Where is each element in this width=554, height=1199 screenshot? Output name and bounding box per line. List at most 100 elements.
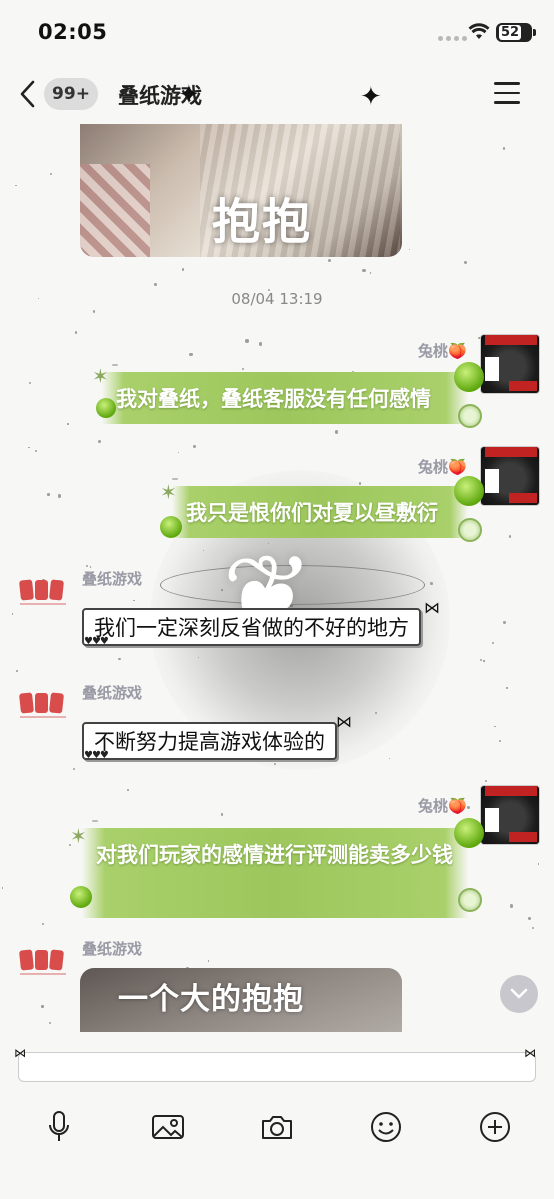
avatar-tag	[485, 808, 499, 832]
avatar[interactable]	[480, 446, 540, 506]
background-speckle	[189, 353, 193, 357]
avatar-band	[485, 335, 537, 345]
sender-name: 叠纸游戏	[82, 940, 143, 958]
avatar[interactable]	[480, 334, 540, 394]
background-speckle	[15, 184, 17, 187]
background-speckle	[133, 599, 136, 602]
sticker-tag	[172, 478, 178, 480]
image-message-hug[interactable]: 抱抱	[80, 124, 402, 257]
image-detail	[80, 164, 150, 257]
emoji-icon	[371, 1112, 401, 1142]
background-speckle	[528, 916, 532, 920]
voice-button[interactable]	[40, 1107, 78, 1147]
background-speckle	[494, 725, 496, 728]
message-bubble[interactable]: 对我们玩家的感情进行评测能卖多少钱	[82, 828, 468, 918]
sender-name: 兔桃🍑	[418, 458, 467, 476]
background-speckle	[92, 310, 96, 313]
background-speckle	[16, 670, 18, 673]
status-time: 02:05	[38, 20, 108, 44]
background-speckle	[479, 658, 482, 661]
background-speckle	[335, 430, 339, 434]
background-speckle	[11, 613, 13, 615]
unread-badge[interactable]: 99+	[44, 78, 98, 110]
background-speckle	[1, 887, 4, 889]
camera-button[interactable]	[258, 1107, 296, 1147]
background-speckle	[258, 342, 263, 346]
scroll-down-button[interactable]	[500, 975, 538, 1013]
avatar[interactable]	[18, 579, 66, 608]
background-speckle	[41, 1005, 44, 1008]
background-speckle	[483, 660, 485, 662]
background-speckle	[193, 445, 197, 448]
background-speckle	[28, 381, 31, 384]
background-speckle	[531, 927, 535, 930]
message-bubble[interactable]: 我只是恨你们对夏以昼敷衍	[172, 486, 468, 538]
sender-name: 叠纸游戏	[82, 570, 143, 588]
background-speckle	[28, 446, 30, 449]
message-bubble[interactable]: 我对叠纸，叠纸客服没有任何感情	[102, 372, 468, 424]
input-area: ⋈ ⋈	[0, 1032, 554, 1199]
chevron-down-icon	[510, 988, 528, 999]
avatar[interactable]	[18, 692, 66, 721]
hearts-icon: ♥♥♥	[84, 636, 109, 647]
background-speckle	[408, 248, 411, 251]
back-icon[interactable]	[18, 80, 38, 108]
background-speckle	[241, 367, 244, 370]
avatar-band	[485, 786, 537, 796]
background-speckle	[118, 657, 121, 661]
bow-icon: ⋈	[14, 1046, 26, 1060]
background-speckle	[369, 272, 372, 274]
avatar-tag	[485, 469, 499, 493]
image-message-big-hug[interactable]: 一个大的抱抱	[80, 968, 402, 1032]
background-speckle	[57, 494, 61, 498]
avatar-band	[509, 493, 537, 503]
sparkle-icon: ✶	[70, 824, 87, 848]
background-speckle	[508, 534, 512, 538]
bow-icon: ⋈	[424, 598, 440, 617]
background-speckle	[498, 740, 501, 743]
image-icon	[152, 1115, 184, 1139]
image-caption: 一个大的抱抱	[118, 982, 304, 1017]
plus-button[interactable]	[476, 1107, 514, 1147]
wheel-icon	[458, 888, 482, 912]
background-speckle	[491, 641, 494, 644]
background-speckle	[49, 172, 52, 175]
background-speckle	[463, 261, 467, 265]
sticker-tag	[92, 820, 98, 822]
background-speckle	[178, 451, 180, 453]
background-speckle	[86, 564, 89, 567]
nav-bar: 99+ 叠纸游戏 ✦ ✦	[0, 62, 554, 124]
avatar-band	[485, 447, 537, 457]
background-speckle	[42, 922, 45, 925]
background-speckle	[49, 1021, 52, 1024]
avatar[interactable]	[18, 949, 66, 978]
background-speckle	[98, 439, 102, 443]
background-speckle	[388, 757, 391, 760]
apple-icon	[160, 516, 182, 538]
sender-name: 叠纸游戏	[82, 684, 143, 702]
message-bubble[interactable]: 不断努力提高游戏体验的	[82, 722, 337, 760]
bow-icon: ⋈	[524, 1046, 536, 1060]
message-input[interactable]	[18, 1052, 536, 1082]
input-toolbar	[0, 1107, 554, 1151]
background-speckle	[509, 904, 514, 908]
butterfly-icon: ✦	[178, 80, 200, 110]
image-button[interactable]	[149, 1107, 187, 1147]
emoji-button[interactable]	[367, 1107, 405, 1147]
message-bubble[interactable]: 我们一定深刻反省做的不好的地方	[82, 608, 421, 646]
plus-icon	[480, 1112, 510, 1142]
image-caption: 抱抱	[212, 194, 313, 250]
menu-icon[interactable]	[494, 82, 520, 104]
background-speckle	[362, 268, 366, 273]
sticker-tag	[112, 364, 118, 366]
background-speckle	[506, 687, 508, 689]
avatar[interactable]	[480, 785, 540, 845]
hearts-icon: ♥♥♥	[84, 750, 109, 761]
wheel-icon	[458, 404, 482, 428]
avatar-band	[509, 381, 537, 391]
chat-screen: 02:05 52 99+ 叠纸游戏 ✦ ✦ 抱抱 08/04 13:19 ❦ 兔…	[0, 0, 554, 1199]
apple-icon	[70, 886, 92, 908]
background-speckle	[207, 960, 210, 962]
apple-icon	[96, 398, 116, 418]
apple-icon	[454, 476, 484, 506]
